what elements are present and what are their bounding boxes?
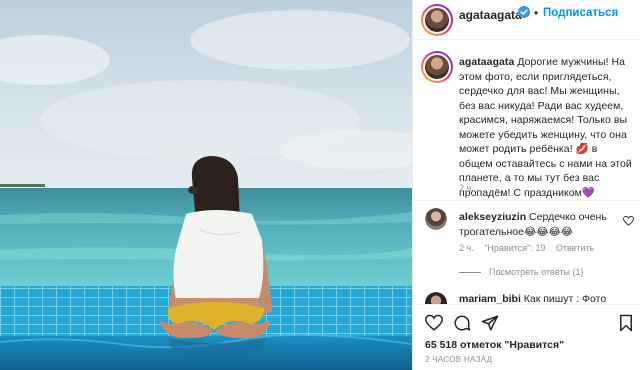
beach-photo-illustration [0, 0, 412, 370]
comment-item: mariam_bibi Как пишут : Фото [413, 290, 640, 304]
bookmark-icon[interactable] [617, 314, 635, 332]
post-header: agataagata • Подписаться [413, 0, 640, 40]
follow-button[interactable]: Подписаться [543, 7, 618, 19]
comment-timestamp[interactable]: 2 ч. [459, 243, 474, 253]
replies-divider-line [459, 272, 481, 274]
caption-body: agataagata Дорогие мужчины! На этом фото… [459, 55, 633, 200]
likes-count[interactable]: 65 518 отметок "Нравится" [425, 339, 564, 351]
post-caption: agataagata Дорогие мужчины! На этом фото… [413, 41, 640, 201]
separator-dot: • [534, 6, 539, 20]
caption-timestamp[interactable]: 2 ч. [459, 183, 474, 193]
comment-body: alekseyziuzin Сердечко очень трогательно… [459, 210, 619, 239]
comment-username[interactable]: alekseyziuzin [459, 211, 526, 223]
caption-author-avatar[interactable] [421, 51, 453, 83]
comment-like-heart-icon[interactable] [623, 216, 634, 226]
caption-text: Дорогие мужчины! На этом фото, если приг… [459, 56, 632, 199]
comment-body: mariam_bibi Как пишут : Фото [459, 293, 606, 304]
view-replies-link[interactable]: Посмотреть ответы (1) [459, 267, 584, 277]
post-photo[interactable] [0, 0, 412, 370]
post-actions: 65 518 отметок "Нравится" 2 ЧАСОВ НАЗАД [413, 304, 640, 370]
comment-icon[interactable] [453, 314, 471, 332]
post-side-panel: agataagata • Подписаться agataagata Доро… [412, 0, 640, 370]
author-avatar[interactable] [421, 4, 453, 36]
comment-item: alekseyziuzin Сердечко очень трогательно… [413, 202, 640, 292]
comment-likes-count[interactable]: "Нравится": 19 [484, 243, 545, 253]
author-username[interactable]: agataagata [459, 8, 522, 22]
comment-text: Как пишут : Фото [523, 293, 607, 304]
comment-reply-button[interactable]: Ответить [556, 243, 594, 253]
comment-username[interactable]: mariam_bibi [459, 293, 521, 304]
commenter-avatar[interactable] [425, 292, 447, 304]
comment-meta: 2 ч. "Нравится": 19 Ответить [459, 243, 602, 253]
heart-icon[interactable] [425, 314, 443, 332]
commenter-avatar[interactable] [425, 208, 447, 230]
caption-username[interactable]: agataagata [459, 56, 514, 68]
post-age[interactable]: 2 ЧАСОВ НАЗАД [425, 355, 492, 364]
share-icon[interactable] [481, 314, 499, 332]
verified-badge-icon [518, 6, 530, 18]
view-replies-label: Посмотреть ответы (1) [489, 267, 584, 277]
